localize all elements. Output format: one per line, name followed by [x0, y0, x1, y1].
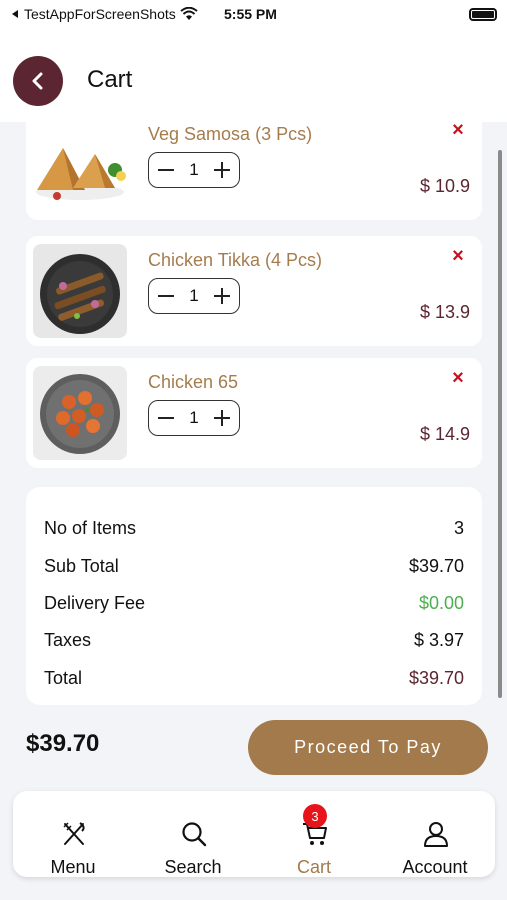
chevron-left-icon — [32, 72, 43, 90]
summary-label: Delivery Fee — [44, 593, 146, 613]
increase-qty-button[interactable] — [213, 161, 231, 179]
proceed-to-pay-button[interactable]: Proceed To Pay — [248, 720, 488, 775]
summary-value: $39.70 — [408, 668, 464, 688]
cart-scroll-area[interactable]: Veg Samosa (3 Pcs) × 1 $ 10.9 Chicken Ti… — [0, 122, 507, 710]
status-bar: TestAppForScreenShots 5:55 PM — [0, 0, 507, 30]
increase-qty-button[interactable] — [213, 287, 231, 305]
bottom-tab-bar: Menu Search Cart Account 3 — [13, 791, 495, 877]
summary-label: Sub Total — [44, 556, 119, 576]
account-icon — [424, 822, 448, 847]
cart-item-card: Chicken 65 × 1 $ 14.9 — [26, 358, 482, 468]
item-name: Chicken Tikka (4 Pcs) — [148, 250, 323, 270]
summary-value: $ 3.97 — [413, 630, 464, 650]
scrollbar[interactable] — [498, 150, 502, 698]
order-summary: No of Items 3 Sub Total $39.70 Delivery … — [26, 487, 482, 705]
battery-icon — [469, 8, 497, 21]
cart-item-card: Chicken Tikka (4 Pcs) × 1 $ 13.9 — [26, 236, 482, 346]
decrease-qty-button[interactable] — [157, 409, 175, 427]
summary-row-total: Total $39.70 — [44, 668, 464, 692]
footer: $39.70 Proceed To Pay Menu Search Cart A… — [0, 710, 507, 900]
summary-row-delivery: Delivery Fee $0.00 — [44, 593, 464, 617]
status-carrier-group: TestAppForScreenShots — [10, 6, 198, 22]
summary-row-items: No of Items 3 — [44, 518, 464, 542]
tab-label: Menu — [50, 857, 96, 877]
tab-menu[interactable]: Menu — [13, 791, 133, 877]
back-to-app-icon — [12, 10, 18, 18]
summary-value: $0.00 — [418, 593, 464, 613]
carrier-label: TestAppForScreenShots — [24, 6, 176, 22]
wifi-icon — [180, 7, 198, 20]
summary-value: $39.70 — [408, 556, 464, 576]
page-title: Cart — [87, 66, 133, 93]
tab-label: Cart — [296, 857, 331, 877]
quantity-stepper: 1 — [148, 152, 240, 188]
cart-item-card: Veg Samosa (3 Pcs) × 1 $ 10.9 — [26, 122, 482, 220]
item-qty: 1 — [189, 160, 199, 179]
decrease-qty-button[interactable] — [157, 161, 175, 179]
footer-total-amount: $39.70 — [26, 730, 100, 757]
search-icon — [182, 822, 207, 847]
quantity-stepper: 1 — [148, 400, 240, 436]
summary-label: Taxes — [44, 630, 92, 650]
tab-label: Account — [402, 857, 468, 877]
summary-row-taxes: Taxes $ 3.97 — [44, 630, 464, 654]
remove-item-button[interactable]: × — [450, 122, 466, 140]
decrease-qty-button[interactable] — [157, 287, 175, 305]
summary-row-subtotal: Sub Total $39.70 — [44, 556, 464, 580]
summary-label: No of Items — [44, 518, 137, 538]
increase-qty-button[interactable] — [213, 409, 231, 427]
remove-item-button[interactable]: × — [450, 246, 466, 266]
tab-account[interactable]: Account — [375, 791, 495, 877]
item-qty: 1 — [189, 286, 199, 305]
quantity-stepper: 1 — [148, 278, 240, 314]
summary-value: 3 — [453, 518, 464, 538]
cart-count-badge: 3 — [303, 804, 327, 828]
veg-samosa-image — [33, 122, 127, 212]
item-name: Veg Samosa (3 Pcs) — [148, 124, 313, 144]
back-button[interactable] — [13, 56, 63, 106]
item-price: $ 13.9 — [419, 302, 470, 322]
utensils-icon — [63, 822, 85, 845]
item-qty: 1 — [189, 408, 199, 427]
tab-search[interactable]: Search — [133, 791, 253, 877]
chicken-tikka-image — [33, 244, 127, 338]
item-name: Chicken 65 — [148, 372, 239, 392]
chicken-65-image — [33, 366, 127, 460]
header: Cart — [0, 30, 507, 122]
summary-label: Total — [44, 668, 83, 688]
tab-label: Search — [164, 857, 222, 877]
remove-item-button[interactable]: × — [450, 368, 466, 388]
item-price: $ 14.9 — [419, 424, 470, 444]
status-time: 5:55 PM — [224, 6, 277, 22]
item-price: $ 10.9 — [419, 176, 470, 196]
